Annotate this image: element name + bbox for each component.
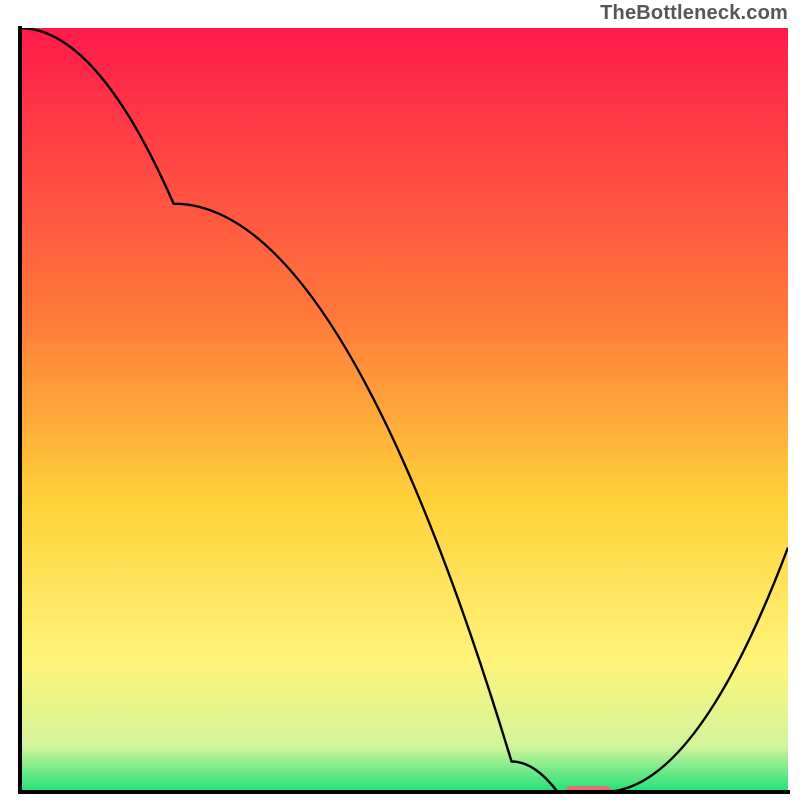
- chart-frame: TheBottleneck.com: [0, 0, 800, 800]
- attribution-label: TheBottleneck.com: [600, 2, 788, 25]
- plot-area: [18, 26, 790, 794]
- gradient-background: [20, 28, 788, 792]
- chart-svg: [18, 26, 790, 794]
